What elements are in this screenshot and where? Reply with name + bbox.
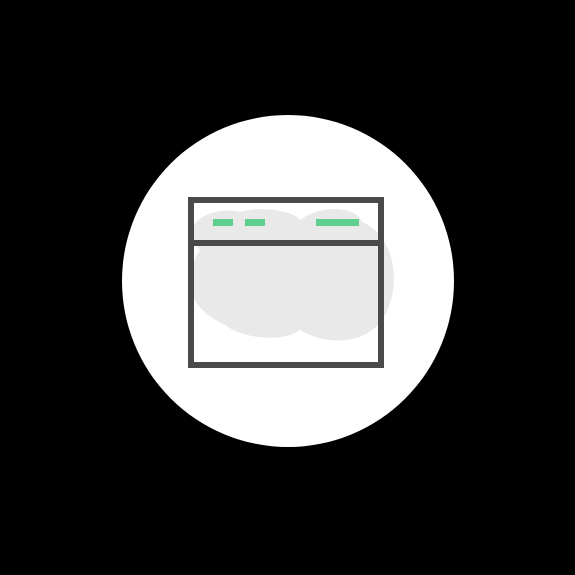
title-bar-dash-3 [316,219,359,226]
icon-canvas [0,0,575,575]
browser-window-icon [188,197,394,368]
title-bar-dot-2 [245,219,265,226]
cloud-shape [190,208,394,341]
title-bar-dot-1 [213,219,233,226]
